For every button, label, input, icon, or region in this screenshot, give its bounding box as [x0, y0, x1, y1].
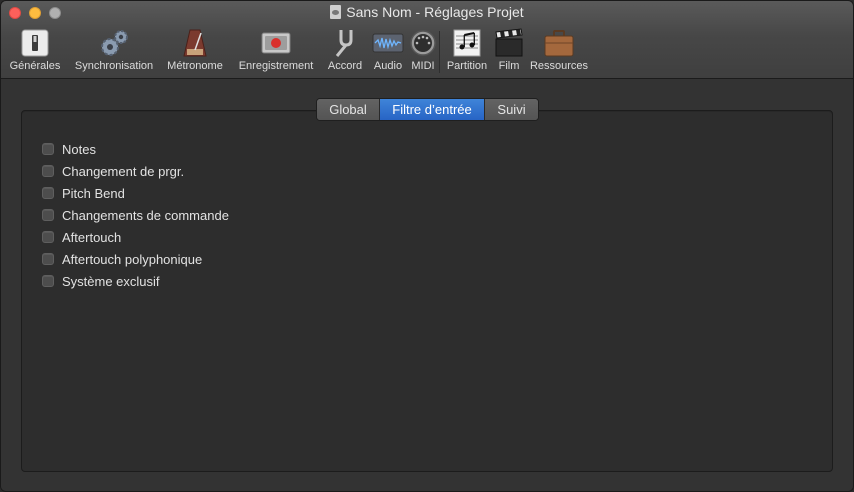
- filter-option-aftertouch[interactable]: Aftertouch: [42, 226, 229, 248]
- program-change-checkbox[interactable]: [42, 165, 54, 177]
- sysex-checkbox[interactable]: [42, 275, 54, 287]
- control-change-checkbox[interactable]: [42, 209, 54, 221]
- toolbar-item-film[interactable]: Film: [493, 27, 525, 75]
- toolbar-separator: [439, 31, 440, 73]
- window-title: Sans Nom - Réglages Projet: [1, 4, 853, 20]
- toolbar-item-synchronisation[interactable]: Synchronisation: [68, 27, 160, 75]
- filter-option-label: Notes: [62, 141, 96, 157]
- filter-option-label: Aftertouch: [62, 229, 122, 245]
- filter-option-sysex[interactable]: Système exclusif: [42, 270, 229, 292]
- toolbar-item-metronome[interactable]: Métronome: [162, 27, 228, 75]
- switch-icon: [21, 29, 49, 57]
- toolbar-item-midi[interactable]: MIDI: [408, 27, 438, 75]
- tab-suivi[interactable]: Suivi: [485, 99, 538, 120]
- toolbar-item-audio[interactable]: Audio: [369, 27, 407, 75]
- aftertouch-checkbox[interactable]: [42, 231, 54, 243]
- toolbar-item-partition[interactable]: Partition: [442, 27, 492, 75]
- clapper-icon: [495, 28, 523, 57]
- filter-option-label: Aftertouch polyphonique: [62, 251, 203, 267]
- filter-option-program-change[interactable]: Changement de prgr.: [42, 160, 229, 182]
- filter-option-label: Changements de commande: [62, 207, 229, 223]
- input-filter-options: Notes Changement de prgr. Pitch Bend Cha…: [42, 138, 229, 292]
- poly-aftertouch-checkbox[interactable]: [42, 253, 54, 265]
- notes-checkbox[interactable]: [42, 143, 54, 155]
- toolbar-item-accord[interactable]: Accord: [323, 27, 367, 75]
- filter-option-control-change[interactable]: Changements de commande: [42, 204, 229, 226]
- project-settings-window: Sans Nom - Réglages Projet Générales Syn…: [0, 0, 854, 492]
- filter-option-notes[interactable]: Notes: [42, 138, 229, 160]
- filter-option-poly-aftertouch[interactable]: Aftertouch polyphonique: [42, 248, 229, 270]
- waveform-icon: [372, 33, 404, 53]
- filter-option-pitch-bend[interactable]: Pitch Bend: [42, 182, 229, 204]
- midi-port-icon: [410, 30, 436, 56]
- briefcase-icon: [544, 30, 574, 57]
- toolbar-item-ressources[interactable]: Ressources: [526, 27, 592, 75]
- toolbar-item-enregistrement[interactable]: Enregistrement: [233, 27, 319, 75]
- settings-toolbar: Générales Synchronisation Métronome Enre…: [1, 27, 853, 75]
- pitch-bend-checkbox[interactable]: [42, 187, 54, 199]
- filter-option-label: Pitch Bend: [62, 185, 125, 201]
- score-icon: [453, 29, 481, 57]
- settings-content: Global Filtre d’entrée Suivi Notes Chang…: [1, 79, 853, 491]
- toolbar-item-generales[interactable]: Générales: [7, 27, 63, 75]
- tab-filtre-entree[interactable]: Filtre d’entrée: [380, 99, 485, 120]
- tuning-fork-icon: [335, 30, 353, 57]
- settings-tabs: Global Filtre d’entrée Suivi: [316, 98, 539, 121]
- metronome-icon: [183, 29, 207, 57]
- title-bar: Sans Nom - Réglages Projet Générales Syn…: [1, 1, 853, 79]
- record-icon: [261, 32, 291, 54]
- gears-icon: [101, 30, 128, 56]
- filter-option-label: Changement de prgr.: [62, 163, 185, 179]
- tab-global[interactable]: Global: [317, 99, 380, 120]
- document-icon: [330, 5, 342, 19]
- window-title-text: Sans Nom - Réglages Projet: [346, 4, 524, 20]
- filter-option-label: Système exclusif: [62, 273, 160, 289]
